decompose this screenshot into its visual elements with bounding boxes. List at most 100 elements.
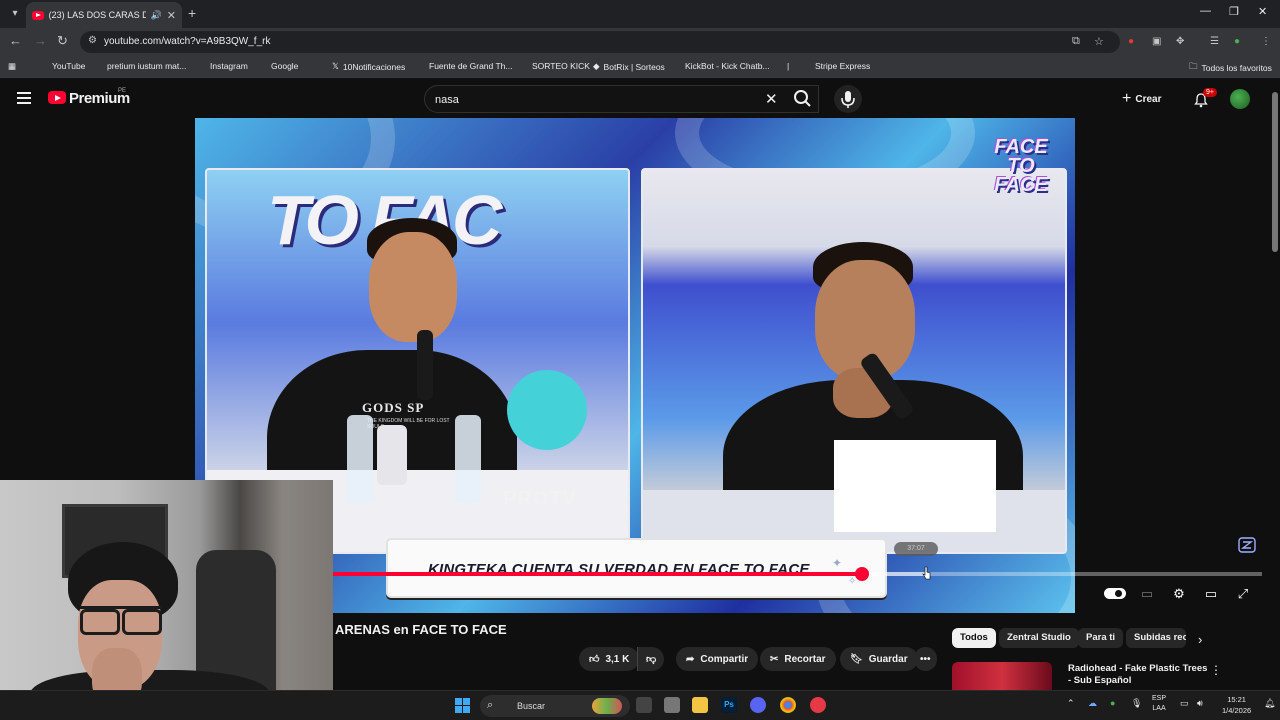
page-scrollbar[interactable] — [1270, 80, 1280, 690]
extensions-puzzle-icon[interactable]: ✥ — [1176, 36, 1184, 47]
share-button[interactable]: ➦ Compartir — [676, 647, 759, 671]
restore-icon[interactable]: ❐ — [1229, 5, 1239, 18]
close-tab-icon[interactable]: ✕ — [167, 9, 176, 22]
guide-menu-icon[interactable] — [17, 92, 31, 107]
file-app-icon[interactable] — [664, 697, 680, 713]
theater-mode-icon[interactable]: ▭ — [1202, 586, 1220, 602]
all-bookmarks-folder[interactable]: 🗀 Todos los favoritos — [1189, 61, 1272, 75]
new-tab-button[interactable]: + — [188, 5, 196, 21]
chip-subidas-recientes[interactable]: Subidas rec — [1126, 628, 1186, 648]
install-app-icon[interactable]: ⧉ — [1072, 35, 1080, 48]
language-indicator[interactable]: ESP LAA — [1152, 694, 1166, 714]
account-avatar[interactable] — [1230, 89, 1250, 109]
browser-tab-active[interactable]: (23) LAS DOS CARAS DE LA 🔊 ✕ — [26, 2, 182, 28]
photoshop-icon[interactable]: Ps — [721, 697, 737, 713]
create-button[interactable]: + Crear — [1122, 89, 1161, 109]
voice-search-icon[interactable] — [834, 85, 862, 113]
bookmark-whatsapp[interactable]: | — [775, 61, 789, 71]
network-icon[interactable]: ▭ — [1180, 698, 1189, 709]
overlay-watermark-icon — [1238, 537, 1256, 553]
bookmark-fuente-gta[interactable]: Fuente de Grand Th... — [417, 61, 512, 71]
minimize-icon[interactable]: — — [1200, 5, 1211, 17]
search-input[interactable]: nasa ✕ — [424, 85, 819, 113]
settings-gear-icon[interactable]: ⚙ — [1170, 586, 1188, 602]
task-view-icon[interactable] — [636, 697, 652, 713]
search-query[interactable]: nasa — [435, 94, 459, 106]
progress-hover-fill — [862, 572, 928, 576]
profile-avatar-icon[interactable]: ● — [1234, 36, 1240, 47]
chip-zentral-studio[interactable]: Zentral Studio — [999, 628, 1079, 648]
taskbar-search[interactable]: ⌕ Buscar — [480, 695, 630, 717]
extension-red-icon[interactable]: ● — [1128, 36, 1134, 47]
bookmark-instagram[interactable]: Instagram — [198, 61, 248, 71]
chevron-right-icon[interactable]: › — [1198, 632, 1202, 647]
clear-search-icon[interactable]: ✕ — [765, 90, 778, 108]
url-text[interactable]: youtube.com/watch?v=A9B3QW_f_rk — [104, 36, 270, 47]
bookmark-botrix[interactable]: ◆ BotRix | Sorteos — [593, 61, 665, 72]
progress-played-fill — [332, 572, 863, 576]
media-controls-icon[interactable]: ☰ — [1210, 36, 1219, 47]
globe-icon — [95, 62, 103, 70]
water-bottle — [347, 415, 373, 503]
save-button[interactable]: 🔖︎ Guardar — [840, 647, 918, 671]
tray-overflow-icon[interactable]: ⌃ — [1067, 698, 1075, 709]
fullscreen-icon[interactable]: ⤢ — [1234, 586, 1252, 602]
like-button[interactable]: 👍︎ 3,1 K — [579, 647, 640, 671]
notification-center-icon[interactable]: 🔔︎ — [1264, 698, 1275, 709]
taskbar-clock[interactable]: 15:21 1/4/2026 — [1222, 694, 1251, 716]
microphone-tray-icon[interactable]: 🎙︎ — [1131, 698, 1142, 709]
bookmark-star-icon[interactable]: ☆ — [1094, 35, 1104, 48]
chrome-menu-icon[interactable]: ⋮ — [1261, 36, 1271, 47]
clip-button[interactable]: ✂ Recortar — [760, 647, 836, 671]
close-window-icon[interactable]: ✕ — [1258, 5, 1267, 18]
youtube-logo-icon[interactable] — [48, 91, 66, 104]
microphone — [417, 330, 433, 400]
obs-record-icon[interactable] — [810, 697, 826, 713]
autoplay-toggle[interactable] — [1104, 588, 1126, 599]
reload-icon[interactable]: ↻ — [57, 33, 68, 49]
progress-scrubber[interactable] — [855, 567, 870, 581]
discord-icon[interactable] — [750, 697, 766, 713]
chrome-icon[interactable] — [780, 697, 796, 713]
chip-todos[interactable]: Todos — [952, 628, 996, 648]
extension-icon[interactable]: ▣ — [1152, 36, 1161, 47]
volume-icon[interactable]: 🔊︎ — [1197, 698, 1203, 709]
bookmark-sorteo-kick[interactable]: SORTEO KICK — [520, 61, 590, 71]
more-actions-button[interactable]: ••• — [914, 647, 937, 671]
bookmark-pinwheel[interactable] — [311, 61, 319, 69]
bookmark-stripe-express[interactable]: Stripe Express — [803, 61, 870, 71]
subtitles-icon[interactable]: ▭ — [1138, 586, 1156, 602]
more-vertical-icon[interactable]: ⋮ — [1210, 663, 1222, 677]
back-icon[interactable]: ← — [9, 33, 22, 48]
youtube-icon — [40, 62, 48, 70]
scissors-icon: ✂ — [770, 653, 779, 665]
bookmark-kickbot[interactable]: KickBot - Kick Chatb... — [673, 61, 770, 71]
speaker-icon[interactable]: 🔊 — [151, 10, 162, 21]
browser-toolbar: ← → ↻ ⚙ youtube.com/watch?v=A9B3QW_f_rk … — [0, 28, 1280, 56]
apps-grid-icon[interactable]: ▦ — [8, 61, 16, 72]
recommended-video-title[interactable]: Radiohead - Fake Plastic Trees - Sub Esp… — [1068, 663, 1208, 687]
bookmark-youtube[interactable]: YouTube — [40, 61, 85, 71]
recommended-video-thumbnail[interactable] — [952, 662, 1052, 690]
youtube-masthead: Premium PE nasa ✕ + Crear 9+ — [0, 80, 1270, 118]
progress-bar[interactable] — [332, 567, 1262, 581]
forward-icon[interactable]: → — [34, 33, 47, 48]
cyan-cushion — [507, 370, 587, 450]
bookmark-pretium[interactable]: pretium iustum mat... — [95, 61, 186, 71]
chip-para-ti[interactable]: Para ti — [1078, 628, 1124, 648]
whatsapp-icon — [775, 62, 783, 70]
file-explorer-icon[interactable] — [692, 697, 708, 713]
tab-search-button[interactable]: ▾ — [6, 5, 24, 23]
tray-app-icon[interactable]: ● — [1110, 698, 1115, 708]
site-info-icon[interactable]: ⚙ — [88, 35, 97, 46]
dislike-button[interactable]: 👎︎ — [637, 647, 665, 671]
onedrive-icon[interactable]: ☁ — [1088, 698, 1097, 709]
search-icon[interactable] — [788, 85, 818, 113]
scrollbar-thumb[interactable] — [1272, 92, 1278, 252]
address-bar[interactable]: ⚙ youtube.com/watch?v=A9B3QW_f_rk ⧉ ☆ — [80, 31, 1120, 53]
youtube-favicon-icon — [32, 10, 44, 20]
water-bottle — [455, 415, 481, 503]
bookmark-google[interactable]: Google — [259, 61, 298, 71]
windows-start-icon[interactable] — [455, 698, 470, 713]
bookmark-10notificaciones[interactable]: 𝕏 10Notificaciones — [332, 61, 405, 72]
